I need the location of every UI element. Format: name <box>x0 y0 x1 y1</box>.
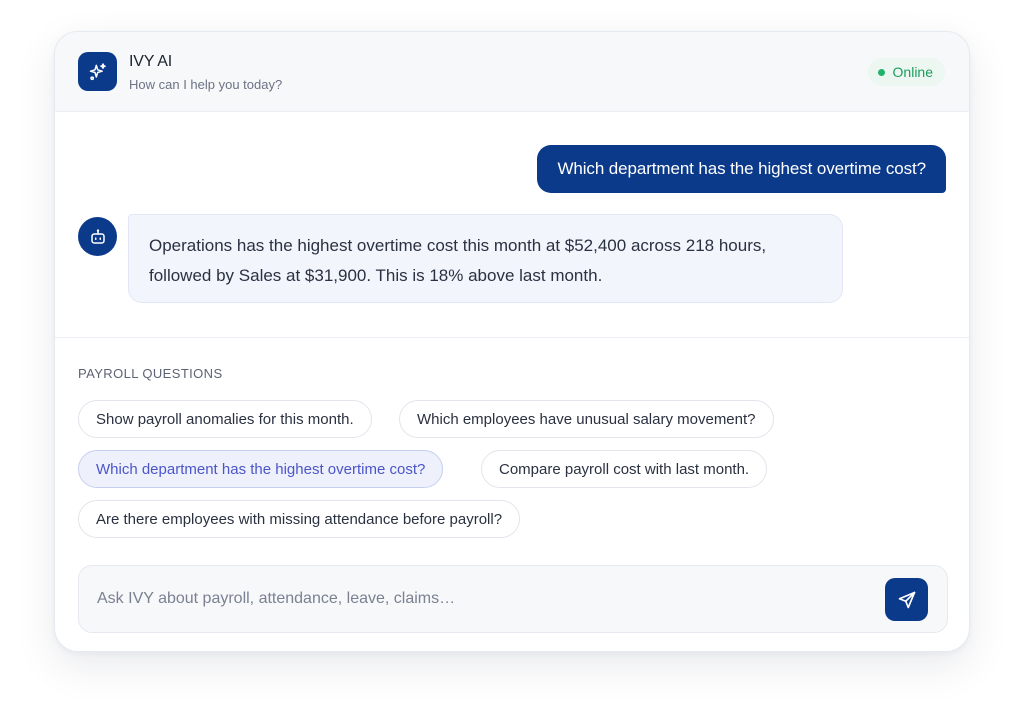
chat-panel: IVY AI How can I help you today? Online … <box>54 31 970 652</box>
app-subtitle: How can I help you today? <box>129 77 283 92</box>
send-icon <box>897 590 917 610</box>
suggestions-label: PAYROLL QUESTIONS <box>78 366 223 381</box>
suggestion-chip[interactable]: Compare payroll cost with last month. <box>481 450 768 488</box>
app-title: IVY AI <box>129 53 172 70</box>
section-divider <box>55 337 969 338</box>
status-label: Online <box>892 64 933 80</box>
suggestion-chip[interactable]: Show payroll anomalies for this month. <box>78 400 372 438</box>
suggestion-chip[interactable]: Which employees have unusual salary move… <box>399 400 774 438</box>
bot-message: Operations has the highest overtime cost… <box>128 214 843 303</box>
bot-icon <box>78 217 117 256</box>
chat-header: IVY AI How can I help you today? Online <box>55 32 969 112</box>
online-dot-icon <box>877 68 885 76</box>
send-button[interactable] <box>885 578 928 621</box>
suggestion-chip[interactable]: Are there employees with missing attenda… <box>78 500 521 538</box>
suggestion-chip-active[interactable]: Which department has the highest overtim… <box>78 450 444 488</box>
status-badge: Online <box>867 58 945 86</box>
message-composer <box>78 565 948 633</box>
message-input[interactable] <box>97 566 857 632</box>
user-message: Which department has the highest overtim… <box>537 145 946 193</box>
sparkles-icon <box>78 52 117 91</box>
